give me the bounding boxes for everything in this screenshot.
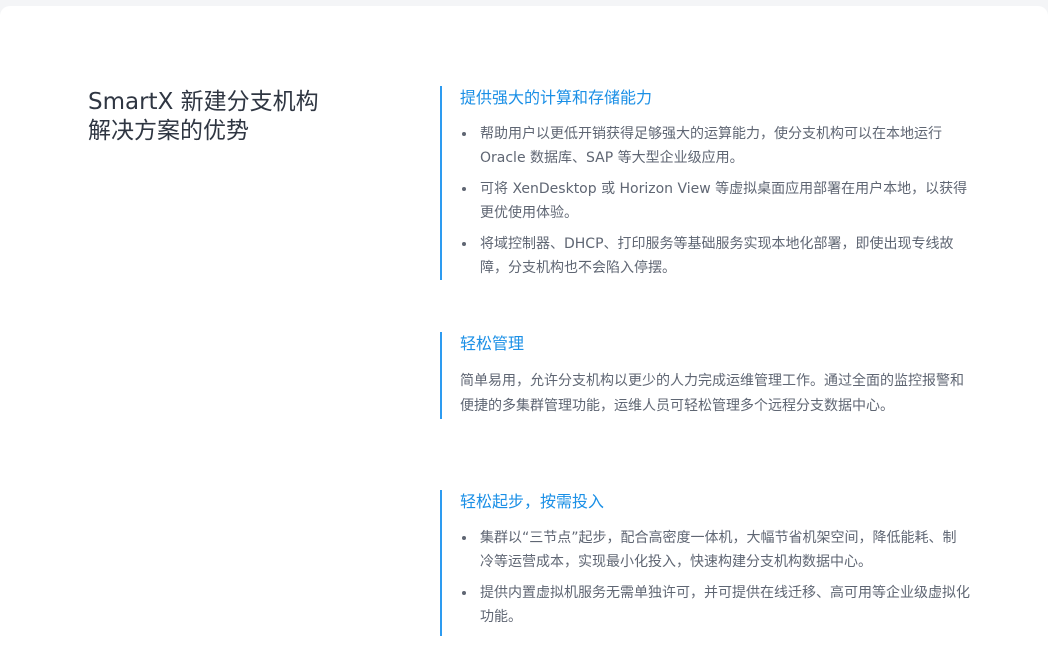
section-title-easy-start: 轻松起步，按需投入 — [460, 492, 605, 511]
section-title-easy-management: 轻松管理 — [460, 334, 525, 353]
list-item: 帮助用户以更低开销获得足够强大的运算能力，使分支机构可以在本地运行 Oracle… — [460, 122, 970, 170]
easy-start-list: 集群以“三节点”起步，配合高密度一体机，大幅节省机架空间，降低能耗、制冷等运营成… — [460, 526, 990, 629]
list-item: 可将 XenDesktop 或 Horizon View 等虚拟桌面应用部署在用… — [460, 177, 970, 225]
list-item: 集群以“三节点”起步，配合高密度一体机，大幅节省机架空间，降低能耗、制冷等运营成… — [460, 526, 970, 574]
heading-line-1: SmartX 新建分支机构 — [88, 89, 319, 115]
list-item: 提供内置虚拟机服务无需单独许可，并可提供在线迁移、高可用等企业级虚拟化功能。 — [460, 581, 970, 629]
easy-management-text: 简单易用，允许分支机构以更少的人力完成运维管理工作。通过全面的监控报警和便捷的多… — [460, 373, 964, 414]
section-easy-management: 轻松管理 简单易用，允许分支机构以更少的人力完成运维管理工作。通过全面的监控报警… — [440, 332, 990, 419]
compute-storage-list: 帮助用户以更低开销获得足够强大的运算能力，使分支机构可以在本地运行 Oracle… — [460, 122, 990, 280]
section-easy-start: 轻松起步，按需投入 集群以“三节点”起步，配合高密度一体机，大幅节省机架空间，降… — [440, 490, 990, 636]
section-title-compute-storage: 提供强大的计算和存储能力 — [460, 88, 653, 107]
heading-line-2: 解决方案的优势 — [88, 118, 249, 144]
solution-advantages-heading: SmartX 新建分支机构 解决方案的优势 — [88, 88, 388, 146]
list-item: 将域控制器、DHCP、打印服务等基础服务实现本地化部署，即使出现专线故障，分支机… — [460, 232, 970, 280]
section-compute-storage: 提供强大的计算和存储能力 帮助用户以更低开销获得足够强大的运算能力，使分支机构可… — [440, 86, 990, 280]
content-card: SmartX 新建分支机构 解决方案的优势 提供强大的计算和存储能力 帮助用户以… — [0, 6, 1048, 646]
